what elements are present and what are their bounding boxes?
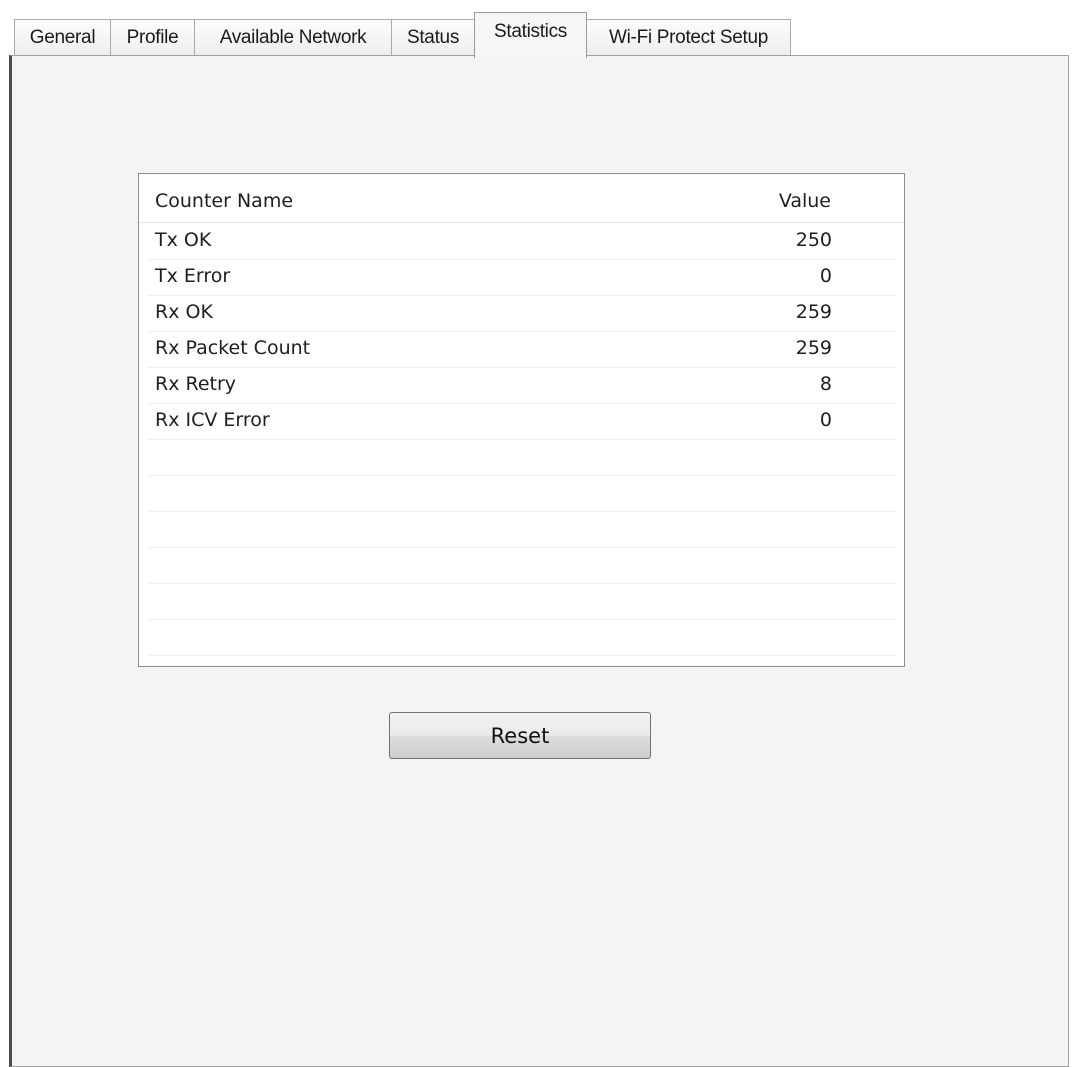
list-item[interactable]: Rx ICV Error 0	[149, 403, 896, 440]
list-item[interactable]: Tx Error 0	[149, 259, 896, 296]
list-item[interactable]: Tx OK 250	[149, 223, 896, 260]
counter-value: 8	[819, 373, 832, 395]
counter-value: 250	[795, 229, 832, 251]
counter-value: 259	[795, 337, 832, 359]
list-item[interactable]: Rx Retry 8	[149, 367, 896, 404]
tab-strip: General Profile Available Network Status…	[0, 0, 1072, 58]
empty-row-divider	[149, 655, 896, 656]
list-item[interactable]: Rx OK 259	[149, 295, 896, 332]
reset-button[interactable]: Reset	[389, 712, 651, 759]
counter-name: Rx Packet Count	[155, 337, 311, 359]
counter-name: Rx Retry	[155, 373, 237, 395]
tab-status[interactable]: Status	[391, 19, 475, 55]
empty-row-divider	[149, 619, 896, 620]
counter-name: Tx Error	[155, 265, 231, 287]
tab-profile[interactable]: Profile	[110, 19, 195, 55]
tab-available-network[interactable]: Available Network	[194, 19, 392, 55]
empty-row-divider	[149, 547, 896, 548]
counter-value: 0	[819, 409, 832, 431]
empty-row-divider	[149, 583, 896, 584]
column-header-counter-name[interactable]: Counter Name	[155, 190, 293, 212]
list-item[interactable]: Rx Packet Count 259	[149, 331, 896, 368]
tab-statistics[interactable]: Statistics	[474, 12, 587, 58]
empty-row-divider	[149, 511, 896, 512]
list-header: Counter Name Value	[139, 174, 904, 223]
counter-value: 0	[819, 265, 832, 287]
counter-name: Rx ICV Error	[155, 409, 270, 431]
statistics-list[interactable]: Counter Name Value Tx OK 250 Tx Error 0 …	[138, 173, 905, 667]
column-header-value[interactable]: Value	[779, 190, 831, 212]
counter-name: Tx OK	[155, 229, 212, 251]
counter-value: 259	[795, 301, 832, 323]
tab-wifi-protect-setup[interactable]: Wi-Fi Protect Setup	[586, 19, 791, 55]
empty-row-divider	[149, 475, 896, 476]
statistics-panel: Counter Name Value Tx OK 250 Tx Error 0 …	[9, 55, 1069, 1067]
tab-general[interactable]: General	[14, 19, 111, 55]
counter-name: Rx OK	[155, 301, 213, 323]
